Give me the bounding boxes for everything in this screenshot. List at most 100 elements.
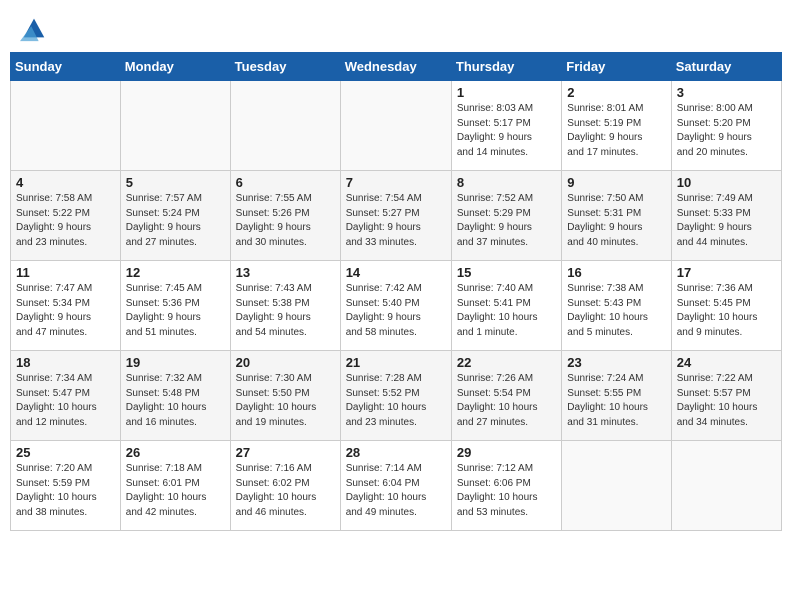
day-number: 8 xyxy=(457,175,556,190)
day-info: Sunrise: 7:38 AM Sunset: 5:43 PM Dayligh… xyxy=(567,282,665,340)
day-number: 27 xyxy=(236,445,335,460)
day-number: 2 xyxy=(567,85,665,100)
day-number: 12 xyxy=(126,265,225,280)
calendar-cell xyxy=(562,441,671,531)
calendar-cell: 3 Sunrise: 8:00 AM Sunset: 5:20 PM Daylig… xyxy=(671,81,781,171)
day-info: Sunrise: 7:57 AM Sunset: 5:24 PM Dayligh… xyxy=(126,192,225,250)
calendar-cell: 19 Sunrise: 7:32 AM Sunset: 5:48 PM Dayli… xyxy=(120,351,230,441)
calendar-cell: 23Sunrise: 7:24 AM Sunset: 5:55 PM Dayli… xyxy=(562,351,671,441)
day-number: 22 xyxy=(457,355,556,370)
day-info: Sunrise: 7:14 AM Sunset: 6:04 PM Dayligh… xyxy=(346,462,446,520)
day-number: 16 xyxy=(567,265,665,280)
calendar-cell: 17 Sunrise: 7:36 AM Sunset: 5:45 PM Dayli… xyxy=(671,261,781,351)
day-info: Sunrise: 7:34 AM Sunset: 5:47 PM Dayligh… xyxy=(16,372,115,430)
day-info: Sunrise: 7:36 AM Sunset: 5:45 PM Dayligh… xyxy=(677,282,776,340)
day-number: 26 xyxy=(126,445,225,460)
calendar-week-row: 18 Sunrise: 7:34 AM Sunset: 5:47 PM Dayli… xyxy=(11,351,782,441)
calendar-week-row: 25 Sunrise: 7:20 AM Sunset: 5:59 PM Dayli… xyxy=(11,441,782,531)
calendar-cell: 28 Sunrise: 7:14 AM Sunset: 6:04 PM Dayli… xyxy=(340,441,451,531)
calendar-cell: 7 Sunrise: 7:54 AM Sunset: 5:27 PM Daylig… xyxy=(340,171,451,261)
calendar-cell: 18 Sunrise: 7:34 AM Sunset: 5:47 PM Dayli… xyxy=(11,351,121,441)
day-info: Sunrise: 7:47 AM Sunset: 5:34 PM Dayligh… xyxy=(16,282,115,340)
calendar-cell: 15 Sunrise: 7:40 AM Sunset: 5:41 PM Dayli… xyxy=(451,261,561,351)
weekday-header-monday: Monday xyxy=(120,53,230,81)
calendar-cell: 1Sunrise: 8:03 AM Sunset: 5:17 PM Daylig… xyxy=(451,81,561,171)
day-number: 28 xyxy=(346,445,446,460)
calendar-cell: 9Sunrise: 7:50 AM Sunset: 5:31 PM Daylig… xyxy=(562,171,671,261)
calendar-cell: 10Sunrise: 7:49 AM Sunset: 5:33 PM Dayli… xyxy=(671,171,781,261)
day-info: Sunrise: 7:58 AM Sunset: 5:22 PM Dayligh… xyxy=(16,192,115,250)
day-info: Sunrise: 7:12 AM Sunset: 6:06 PM Dayligh… xyxy=(457,462,556,520)
calendar-cell: 22 Sunrise: 7:26 AM Sunset: 5:54 PM Dayli… xyxy=(451,351,561,441)
day-info: Sunrise: 7:40 AM Sunset: 5:41 PM Dayligh… xyxy=(457,282,556,340)
calendar-cell: 4 Sunrise: 7:58 AM Sunset: 5:22 PM Daylig… xyxy=(11,171,121,261)
day-info: Sunrise: 7:28 AM Sunset: 5:52 PM Dayligh… xyxy=(346,372,446,430)
weekday-header-sunday: Sunday xyxy=(11,53,121,81)
day-info: Sunrise: 7:16 AM Sunset: 6:02 PM Dayligh… xyxy=(236,462,335,520)
day-number: 29 xyxy=(457,445,556,460)
day-number: 6 xyxy=(236,175,335,190)
day-info: Sunrise: 7:18 AM Sunset: 6:01 PM Dayligh… xyxy=(126,462,225,520)
day-info: Sunrise: 7:26 AM Sunset: 5:54 PM Dayligh… xyxy=(457,372,556,430)
day-number: 15 xyxy=(457,265,556,280)
calendar-cell xyxy=(671,441,781,531)
calendar-cell: 16 Sunrise: 7:38 AM Sunset: 5:43 PM Dayli… xyxy=(562,261,671,351)
calendar-cell: 13 Sunrise: 7:43 AM Sunset: 5:38 PM Dayli… xyxy=(230,261,340,351)
calendar-week-row: 4 Sunrise: 7:58 AM Sunset: 5:22 PM Daylig… xyxy=(11,171,782,261)
calendar-cell xyxy=(120,81,230,171)
calendar-cell: 26 Sunrise: 7:18 AM Sunset: 6:01 PM Dayli… xyxy=(120,441,230,531)
day-number: 4 xyxy=(16,175,115,190)
day-info: Sunrise: 7:54 AM Sunset: 5:27 PM Dayligh… xyxy=(346,192,446,250)
day-info: Sunrise: 8:03 AM Sunset: 5:17 PM Dayligh… xyxy=(457,102,556,160)
day-number: 13 xyxy=(236,265,335,280)
day-number: 19 xyxy=(126,355,225,370)
logo-icon xyxy=(20,14,48,42)
calendar-header-row: SundayMondayTuesdayWednesdayThursdayFrid… xyxy=(11,53,782,81)
calendar-cell: 8 Sunrise: 7:52 AM Sunset: 5:29 PM Daylig… xyxy=(451,171,561,261)
day-info: Sunrise: 7:24 AM Sunset: 5:55 PM Dayligh… xyxy=(567,372,665,430)
day-info: Sunrise: 7:45 AM Sunset: 5:36 PM Dayligh… xyxy=(126,282,225,340)
day-number: 18 xyxy=(16,355,115,370)
calendar-cell: 25 Sunrise: 7:20 AM Sunset: 5:59 PM Dayli… xyxy=(11,441,121,531)
calendar-cell: 6 Sunrise: 7:55 AM Sunset: 5:26 PM Daylig… xyxy=(230,171,340,261)
day-number: 20 xyxy=(236,355,335,370)
weekday-header-thursday: Thursday xyxy=(451,53,561,81)
calendar-cell: 12 Sunrise: 7:45 AM Sunset: 5:36 PM Dayli… xyxy=(120,261,230,351)
calendar-week-row: 1Sunrise: 8:03 AM Sunset: 5:17 PM Daylig… xyxy=(11,81,782,171)
calendar-cell xyxy=(230,81,340,171)
logo xyxy=(18,14,48,42)
day-info: Sunrise: 7:20 AM Sunset: 5:59 PM Dayligh… xyxy=(16,462,115,520)
calendar-cell: 24Sunrise: 7:22 AM Sunset: 5:57 PM Dayli… xyxy=(671,351,781,441)
day-number: 5 xyxy=(126,175,225,190)
day-number: 9 xyxy=(567,175,665,190)
day-info: Sunrise: 7:30 AM Sunset: 5:50 PM Dayligh… xyxy=(236,372,335,430)
calendar-cell: 11Sunrise: 7:47 AM Sunset: 5:34 PM Dayli… xyxy=(11,261,121,351)
calendar-cell: 27 Sunrise: 7:16 AM Sunset: 6:02 PM Dayli… xyxy=(230,441,340,531)
page-header xyxy=(10,10,782,46)
day-info: Sunrise: 8:01 AM Sunset: 5:19 PM Dayligh… xyxy=(567,102,665,160)
weekday-header-saturday: Saturday xyxy=(671,53,781,81)
calendar-cell: 21 Sunrise: 7:28 AM Sunset: 5:52 PM Dayli… xyxy=(340,351,451,441)
calendar-cell: 14 Sunrise: 7:42 AM Sunset: 5:40 PM Dayli… xyxy=(340,261,451,351)
weekday-header-friday: Friday xyxy=(562,53,671,81)
day-number: 17 xyxy=(677,265,776,280)
day-info: Sunrise: 7:42 AM Sunset: 5:40 PM Dayligh… xyxy=(346,282,446,340)
calendar-cell: 5 Sunrise: 7:57 AM Sunset: 5:24 PM Daylig… xyxy=(120,171,230,261)
day-info: Sunrise: 7:55 AM Sunset: 5:26 PM Dayligh… xyxy=(236,192,335,250)
calendar-cell: 29 Sunrise: 7:12 AM Sunset: 6:06 PM Dayli… xyxy=(451,441,561,531)
day-number: 3 xyxy=(677,85,776,100)
day-info: Sunrise: 7:43 AM Sunset: 5:38 PM Dayligh… xyxy=(236,282,335,340)
day-number: 7 xyxy=(346,175,446,190)
day-info: Sunrise: 7:32 AM Sunset: 5:48 PM Dayligh… xyxy=(126,372,225,430)
calendar-cell: 2 Sunrise: 8:01 AM Sunset: 5:19 PM Daylig… xyxy=(562,81,671,171)
calendar-cell xyxy=(340,81,451,171)
day-number: 25 xyxy=(16,445,115,460)
day-number: 21 xyxy=(346,355,446,370)
day-number: 14 xyxy=(346,265,446,280)
calendar-table: SundayMondayTuesdayWednesdayThursdayFrid… xyxy=(10,52,782,531)
day-info: Sunrise: 7:52 AM Sunset: 5:29 PM Dayligh… xyxy=(457,192,556,250)
calendar-cell: 20 Sunrise: 7:30 AM Sunset: 5:50 PM Dayli… xyxy=(230,351,340,441)
calendar-cell xyxy=(11,81,121,171)
weekday-header-tuesday: Tuesday xyxy=(230,53,340,81)
day-info: Sunrise: 8:00 AM Sunset: 5:20 PM Dayligh… xyxy=(677,102,776,160)
